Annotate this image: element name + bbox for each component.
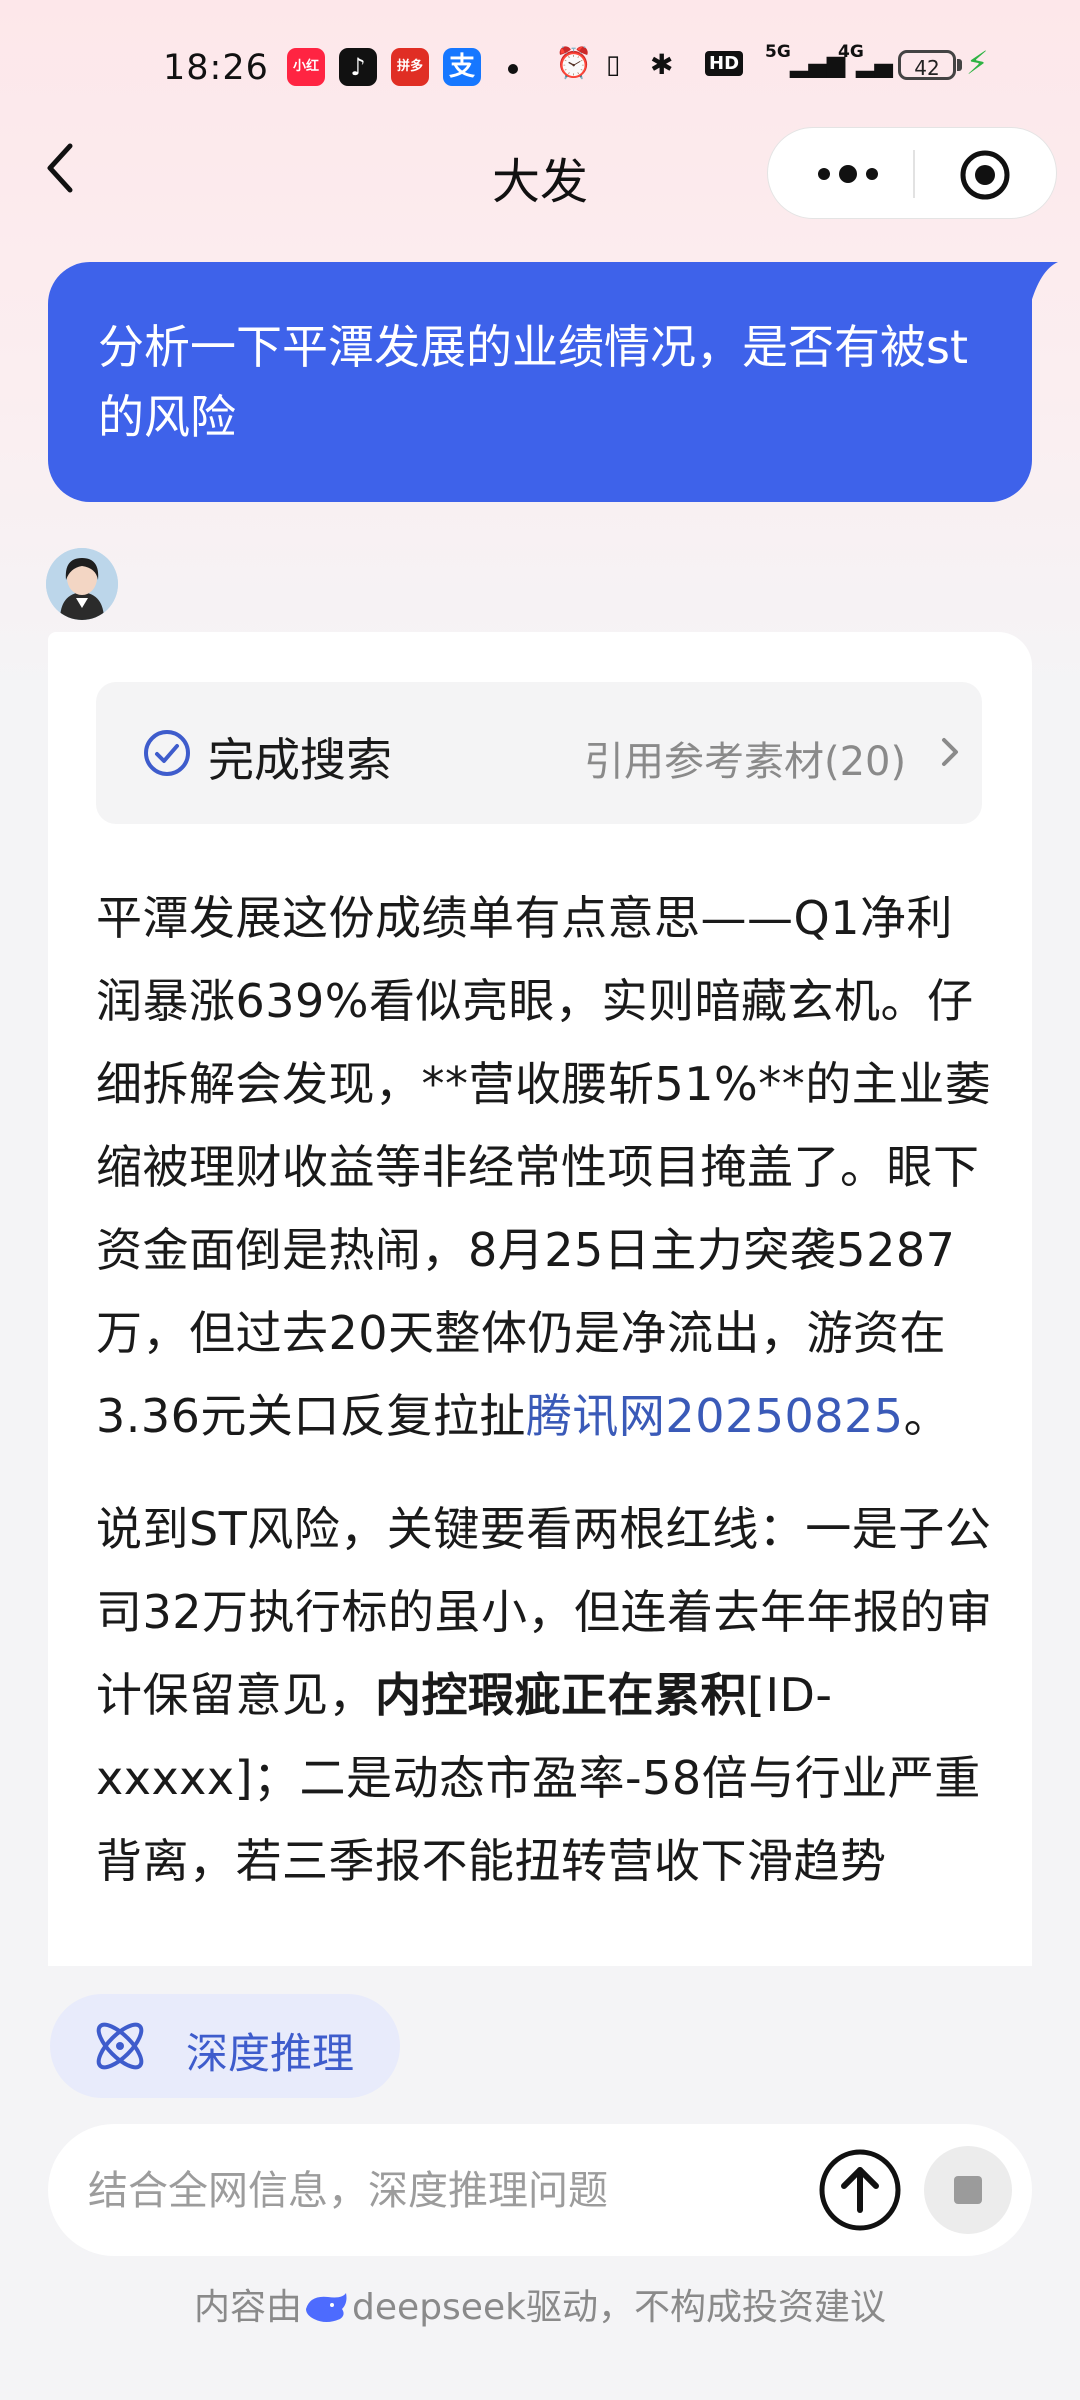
- alarm-icon: ⏰: [555, 46, 593, 81]
- assistant-answer-card: 完成搜索 引用参考素材(20) 平潭发展这份成绩单有点意思——Q1净利润暴涨63…: [48, 632, 1032, 1972]
- answer-paragraph-2: 说到ST风险，关键要看两根红线：一是子公司32万执行标的虽小，但连着去年年报的审…: [96, 1488, 996, 1903]
- disclaimer-prefix: 内容由: [194, 2287, 303, 2328]
- more-button[interactable]: [808, 152, 888, 196]
- chevron-left-icon: [47, 143, 73, 193]
- atom-icon: [96, 2022, 144, 2070]
- disclaimer-suffix: 驱动，不构成投资建议: [525, 2287, 886, 2328]
- pinduoduo-icon: 拼多多: [391, 48, 429, 86]
- deepseek-whale-icon: [306, 2293, 347, 2322]
- capsule-divider: [913, 150, 915, 198]
- answer-paragraph-2-bold: 内控瑕疵正在累积: [375, 1668, 747, 1722]
- status-bar: 18:26 小红书 ♪ 拼多多 支 ⏰ ▯ ✱ HD 5G ▂▄▆ 4G ▂▄ …: [0, 40, 1080, 96]
- back-button[interactable]: [40, 138, 84, 198]
- search-status: 完成搜索: [208, 733, 392, 787]
- vibrate-icon: ▯: [606, 50, 621, 80]
- answer-paragraph-1-text: 平潭发展这份成绩单有点意思——Q1净利润暴涨639%看似亮眼，实则暗藏玄机。仔细…: [96, 891, 992, 1443]
- douyin-icon: ♪: [339, 48, 377, 86]
- charging-icon: ⚡: [966, 44, 989, 82]
- battery-icon: 42: [898, 50, 956, 80]
- close-button[interactable]: [958, 148, 1012, 202]
- user-message-text: 分析一下平潭发展的业绩情况，是否有被st的风险: [98, 320, 969, 444]
- answer-body: 平潭发展这份成绩单有点意思——Q1净利润暴涨639%看似亮眼，实则暗藏玄机。仔细…: [96, 877, 996, 1933]
- deep-reasoning-label: 深度推理: [186, 2029, 355, 2078]
- message-input-bar: [48, 2124, 1032, 2256]
- battery-tip: [957, 59, 962, 71]
- mini-program-capsule: [767, 127, 1057, 219]
- user-message-bubble: 分析一下平潭发展的业绩情况，是否有被st的风险: [48, 262, 1032, 502]
- bluetooth-icon: ✱: [650, 48, 674, 81]
- arrow-up-icon: [819, 2149, 901, 2231]
- send-button[interactable]: [816, 2146, 904, 2234]
- hd-icon: HD: [705, 51, 744, 76]
- signal-bars-2-icon: ▂▄: [856, 50, 893, 78]
- target-close-icon: [960, 150, 1010, 200]
- answer-paragraph-1: 平潭发展这份成绩单有点意思——Q1净利润暴涨639%看似亮眼，实则暗藏玄机。仔细…: [96, 877, 996, 1458]
- signal-5g-label: 5G: [765, 42, 791, 62]
- chevron-right-icon: [942, 738, 958, 766]
- search-results-panel[interactable]: 完成搜索 引用参考素材(20): [96, 682, 982, 824]
- more-dots-icon: [818, 165, 878, 183]
- notification-dot: [508, 64, 518, 74]
- deep-reasoning-toggle[interactable]: 深度推理: [50, 1994, 400, 2098]
- citation-link[interactable]: 腾讯网20250825: [526, 1389, 904, 1443]
- status-time: 18:26: [163, 48, 269, 88]
- xiaohongshu-icon: 小红书: [287, 48, 325, 86]
- references-link[interactable]: 引用参考素材(20): [584, 729, 906, 787]
- answer-paragraph-1-end: 。: [903, 1389, 951, 1443]
- stop-button[interactable]: [924, 2146, 1012, 2234]
- check-circle-icon: [144, 730, 190, 776]
- footer-disclaimer: 内容由 deepseek驱动，不构成投资建议: [0, 2278, 1080, 2330]
- assistant-avatar: [46, 548, 118, 620]
- alipay-icon: 支: [443, 48, 481, 86]
- message-input[interactable]: [86, 2154, 810, 2228]
- stop-icon: [954, 2176, 982, 2204]
- disclaimer-brand: deepseek: [352, 2287, 526, 2328]
- page-title: 大发: [491, 154, 588, 210]
